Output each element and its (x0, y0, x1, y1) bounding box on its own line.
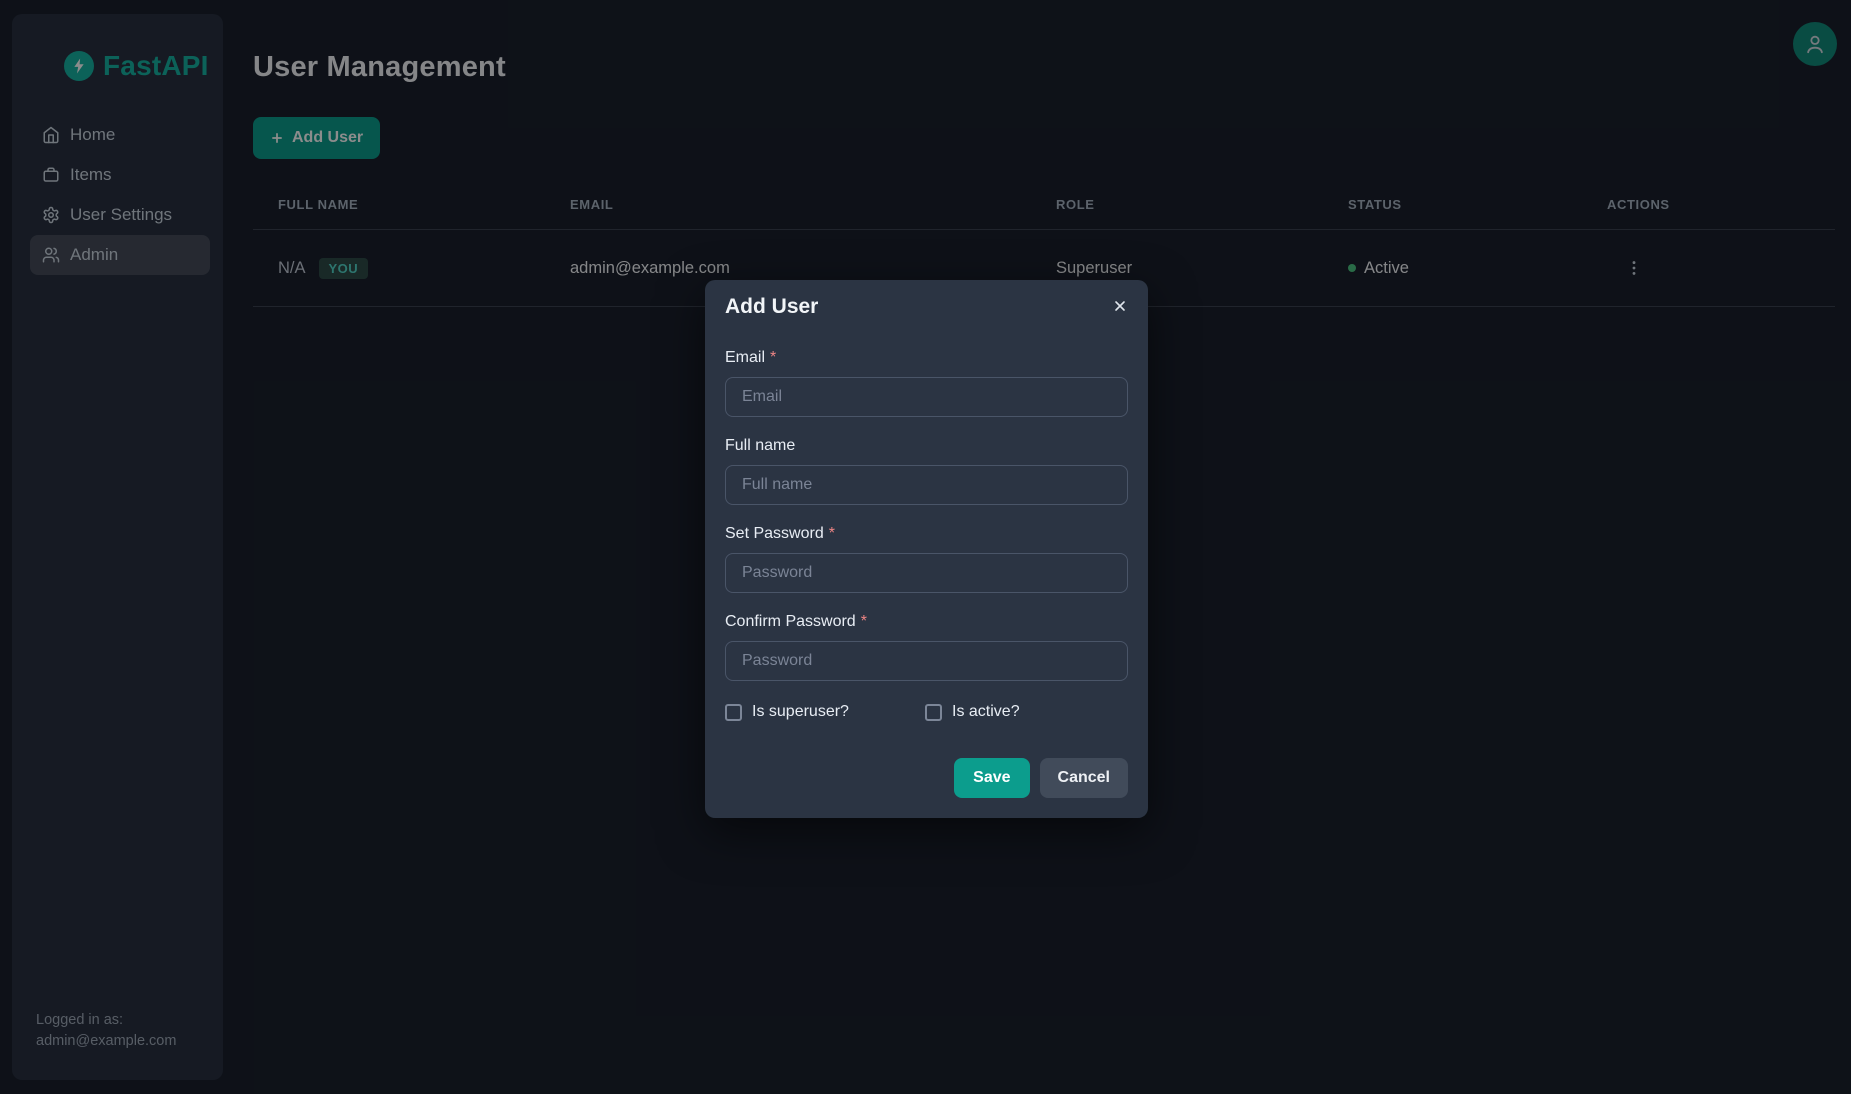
field-label-text: Confirm Password (725, 613, 856, 630)
full-name-field-group: Full name (725, 435, 1128, 505)
close-icon (1112, 298, 1128, 314)
field-label-text: Full name (725, 437, 795, 454)
set-password-field-label: Set Password * (725, 523, 1128, 545)
is-active-checkbox[interactable] (925, 704, 942, 721)
cancel-button[interactable]: Cancel (1040, 758, 1128, 798)
full-name-field-label: Full name (725, 435, 1128, 457)
confirm-password-field-group: Confirm Password * (725, 611, 1128, 681)
required-asterisk: * (829, 525, 835, 542)
add-user-modal: Add User Email* Full name Set Password* … (705, 280, 1148, 818)
required-asterisk: * (861, 613, 867, 630)
modal-footer: Save Cancel (725, 758, 1128, 798)
set-password-input[interactable] (725, 553, 1128, 593)
field-label-text: Set Password (725, 525, 824, 542)
full-name-input[interactable] (725, 465, 1128, 505)
is-active-label: Is active? (952, 703, 1020, 721)
is-superuser-label: Is superuser? (752, 703, 849, 721)
save-button[interactable]: Save (954, 758, 1029, 798)
modal-title: Add User (725, 294, 818, 320)
checkbox-row: Is superuser? Is active? (725, 703, 1128, 721)
confirm-password-input[interactable] (725, 641, 1128, 681)
email-field-group: Email * (725, 347, 1128, 417)
is-active-checkbox-group[interactable]: Is active? (925, 703, 1020, 721)
confirm-password-field-label: Confirm Password * (725, 611, 1128, 633)
set-password-field-group: Set Password * (725, 523, 1128, 593)
modal-header: Add User (725, 294, 1128, 320)
required-asterisk: * (770, 349, 776, 366)
is-superuser-checkbox[interactable] (725, 704, 742, 721)
is-superuser-checkbox-group[interactable]: Is superuser? (725, 703, 925, 721)
email-field-label: Email * (725, 347, 1128, 369)
field-label-text: Email (725, 349, 765, 366)
email-input[interactable] (725, 377, 1128, 417)
modal-close-button[interactable] (1106, 292, 1134, 320)
